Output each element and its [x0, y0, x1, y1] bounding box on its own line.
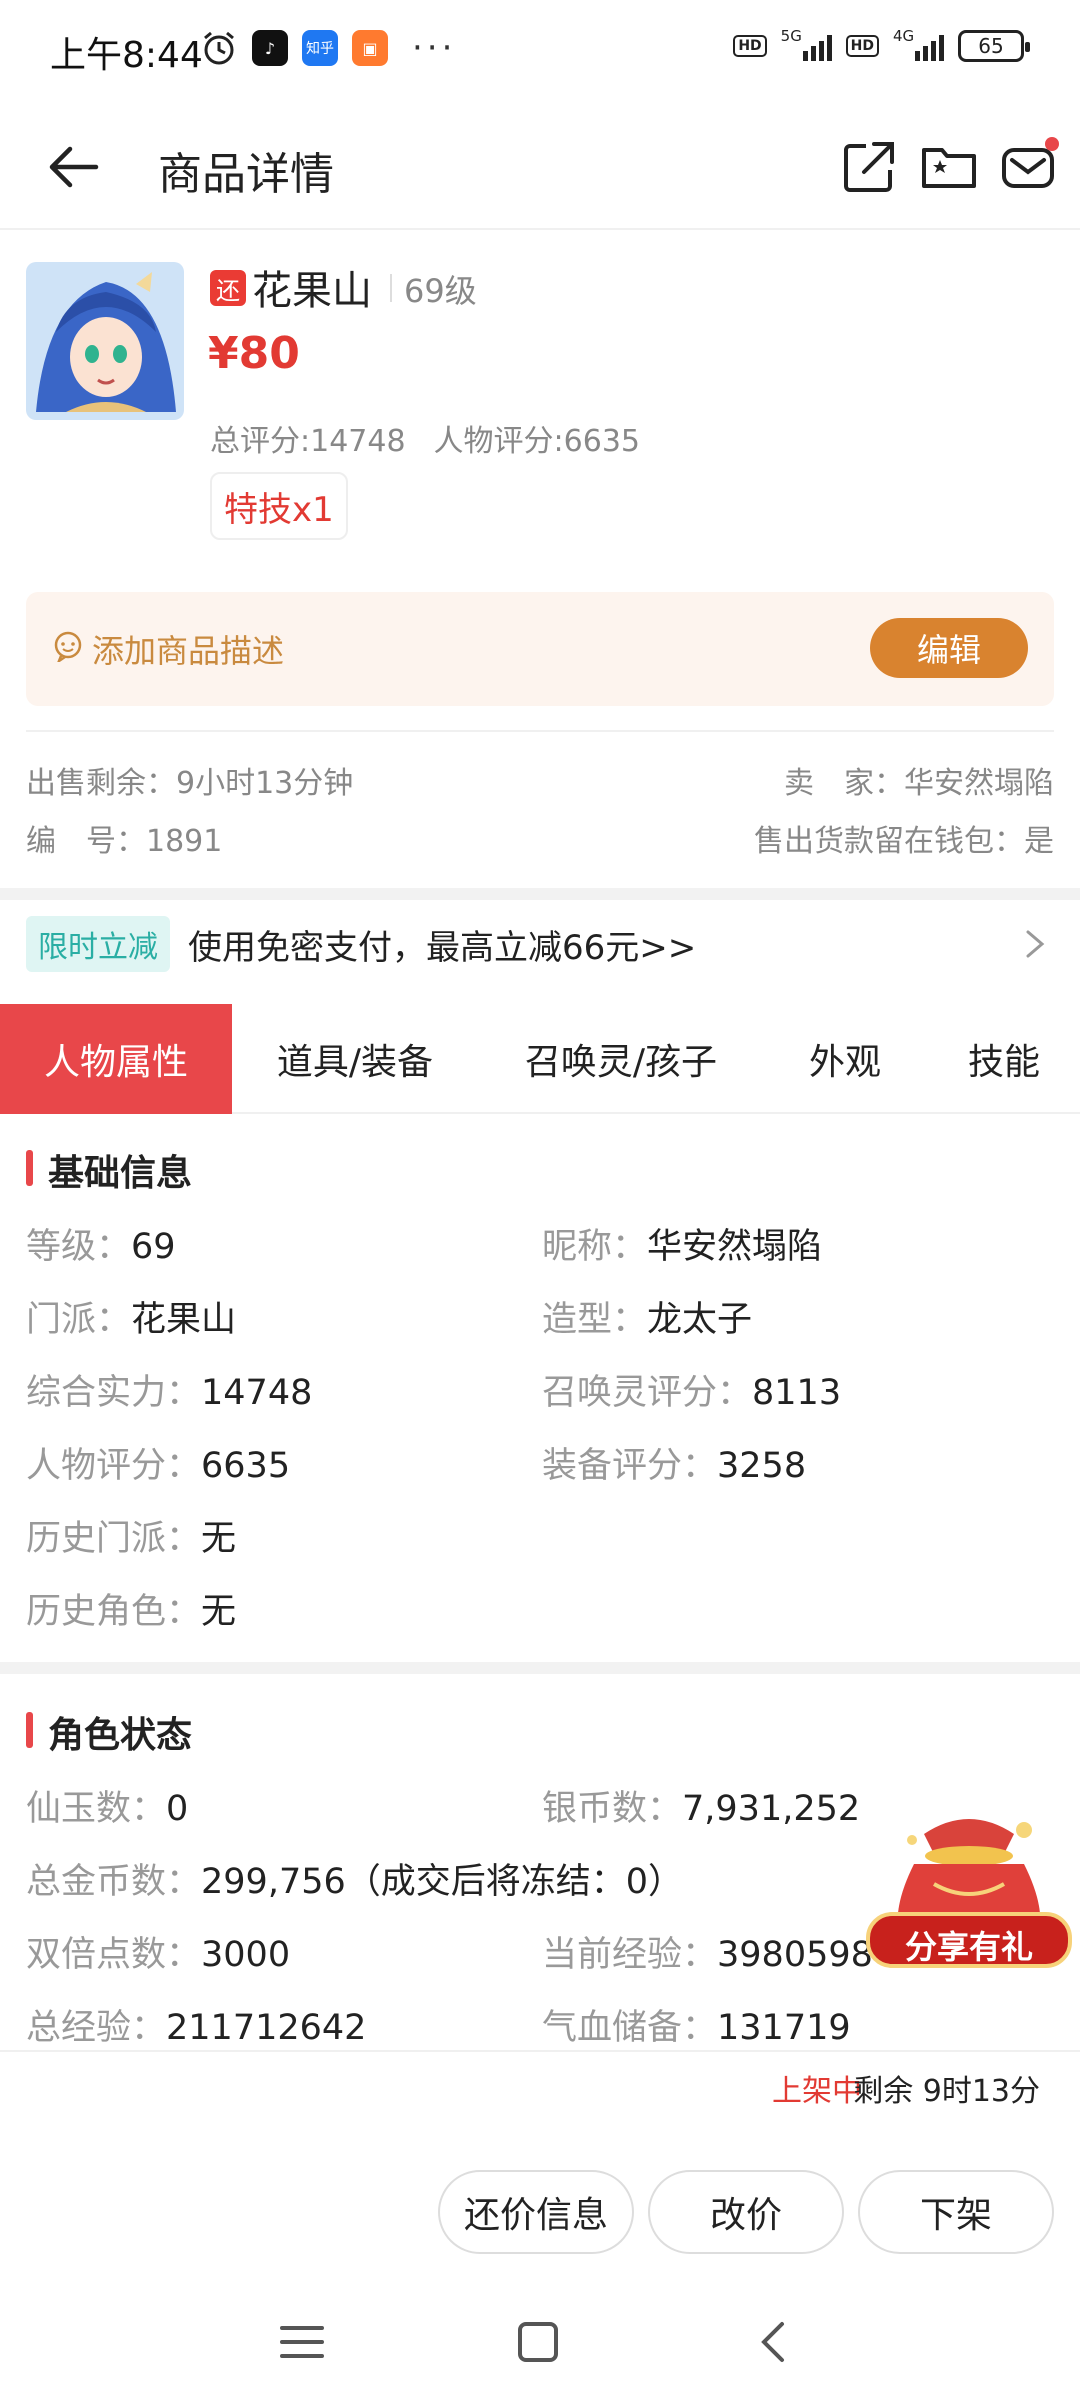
promo-tag: 限时立减	[26, 916, 170, 972]
bargain-tag: 还	[210, 270, 246, 306]
comment-icon	[54, 631, 82, 662]
status-time: 上午8:44	[50, 35, 203, 76]
promo-text[interactable]: 使用免密支付，最高立减66元>>	[188, 920, 696, 969]
share-gift-label: 分享有礼	[904, 1928, 1033, 1966]
app-header: 商品详情	[0, 110, 1080, 230]
info-character-score: 人物评分：6635	[26, 1446, 291, 1486]
status-hp-reserve: 气血储备：131719	[542, 2008, 851, 2048]
status-notification-icons: ♪ 知乎 ▣ ···	[200, 28, 456, 68]
status-system-icons: HD 5G HD 4G 65	[733, 27, 1030, 62]
battery-icon: 65	[958, 30, 1030, 62]
tab-appearance[interactable]: 外观	[776, 1004, 914, 1114]
bargain-info-button[interactable]: 还价信息	[438, 2170, 634, 2254]
more-notifications-icon: ···	[412, 28, 457, 68]
back-arrow-icon[interactable]	[38, 132, 108, 202]
server-name: 花果山	[252, 268, 372, 314]
status-current-exp: 当前经验：3980598	[542, 1935, 873, 1975]
info-model: 造型：龙太子	[542, 1300, 753, 1340]
tab-bar: 人物属性 道具/装备 召唤灵/孩子 外观 技能	[0, 1004, 1080, 1114]
serial-number: 编 号：1891	[26, 824, 223, 859]
section-gap	[0, 1662, 1080, 1674]
section-title-basic-info: 基础信息	[26, 1144, 192, 1196]
share-gift-button[interactable]: 分享有礼	[864, 1794, 1074, 1984]
taobao-icon: ▣	[352, 30, 388, 66]
delist-button[interactable]: 下架	[858, 2170, 1054, 2254]
favorite-folder-icon[interactable]	[916, 134, 982, 200]
menu-icon[interactable]	[272, 2312, 332, 2372]
hd-icon: HD	[733, 35, 767, 57]
info-nickname: 昵称：华安然塌陷	[542, 1227, 823, 1267]
info-equipment-score: 装备评分：3258	[542, 1446, 807, 1486]
character-score: 人物评分:6635	[433, 424, 641, 459]
info-history-role: 历史角色：无	[26, 1592, 237, 1632]
zhihu-icon: 知乎	[302, 30, 338, 66]
section-title-role-status: 角色状态	[26, 1706, 192, 1758]
message-icon[interactable]	[996, 134, 1062, 200]
status-total-exp: 总经验：211712642	[26, 2008, 367, 2048]
nav-back-icon[interactable]	[744, 2312, 804, 2372]
info-summon-score: 召唤灵评分：8113	[542, 1373, 842, 1413]
title-separator	[390, 274, 392, 302]
tab-summons-children[interactable]: 召唤灵/孩子	[510, 1004, 732, 1114]
description-bar[interactable]: 添加商品描述 编辑	[26, 592, 1054, 706]
info-level: 等级：69	[26, 1227, 176, 1267]
status-silver: 银币数：7,931,252	[542, 1789, 861, 1829]
alarm-icon	[204, 31, 234, 65]
page-title: 商品详情	[158, 149, 334, 200]
skill-tag: 特技x1	[210, 472, 348, 540]
info-school: 门派：花果山	[26, 1300, 237, 1340]
signal-4g-icon: 4G	[893, 27, 944, 61]
signal-5g-icon: 5G	[781, 27, 832, 61]
tab-skills[interactable]: 技能	[944, 1004, 1064, 1114]
tab-character-attributes[interactable]: 人物属性	[0, 1004, 232, 1114]
edit-description-button[interactable]: 编辑	[870, 618, 1028, 678]
status-gold: 总金币数：299,756（成交后将冻结：0）	[26, 1862, 684, 1902]
section-gap	[0, 888, 1080, 900]
info-overall-strength: 综合实力：14748	[26, 1373, 313, 1413]
chevron-right-icon[interactable]	[1020, 926, 1050, 962]
home-icon[interactable]	[508, 2312, 568, 2372]
tiktok-icon: ♪	[252, 30, 288, 66]
info-history-school: 历史门派：无	[26, 1519, 237, 1559]
listing-status: 上架中	[772, 2074, 862, 2109]
divider	[26, 730, 1054, 732]
character-level: 69级	[404, 272, 477, 310]
status-bar: 上午8:44 ♪ 知乎 ▣ ··· HD 5G HD 4G 65	[0, 0, 1080, 96]
add-description-text: 添加商品描述	[92, 632, 285, 670]
share-icon[interactable]	[836, 134, 902, 200]
status-double-points: 双倍点数：3000	[26, 1935, 291, 1975]
character-avatar	[26, 262, 184, 420]
sale-remaining: 出售剩余：9小时13分钟	[26, 766, 354, 801]
score-summary: 总评分:14748 人物评分:6635	[210, 416, 640, 460]
product-price: ¥80	[208, 328, 300, 379]
change-price-button[interactable]: 改价	[648, 2170, 844, 2254]
listing-remaining: 剩余 9时13分	[853, 2074, 1040, 2109]
status-jade: 仙玉数：0	[26, 1789, 189, 1829]
total-score: 总评分:14748	[210, 424, 406, 459]
tab-items-equipment[interactable]: 道具/装备	[250, 1004, 460, 1114]
wallet-setting: 售出货款留在钱包：是	[754, 824, 1054, 859]
seller-info: 卖 家：华安然塌陷	[784, 766, 1054, 801]
hd-icon-2: HD	[845, 35, 879, 57]
